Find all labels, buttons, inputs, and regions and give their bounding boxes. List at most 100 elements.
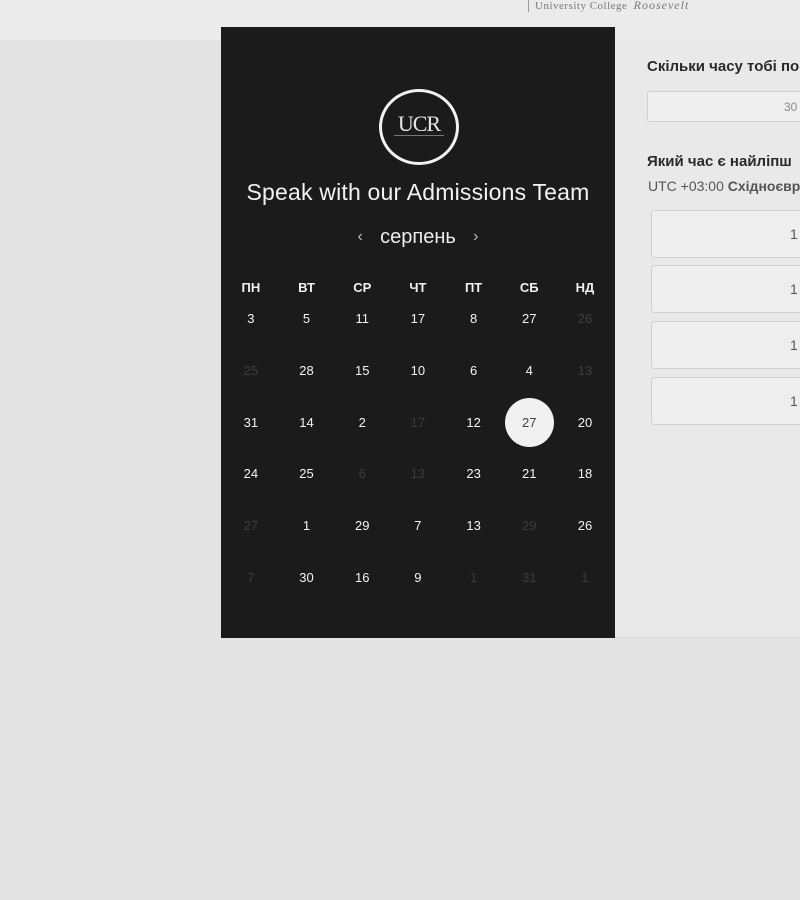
calendar-day-label: 23 (466, 466, 481, 482)
calendar-day[interactable]: 4 (501, 345, 557, 397)
calendar-day-label: 7 (247, 569, 255, 585)
calendar-day[interactable]: 18 (557, 448, 613, 500)
calendar-day: 1 (446, 551, 502, 603)
calendar-day-label: 13 (577, 363, 593, 379)
timezone-offset: UTC +03:00 (648, 178, 728, 194)
calendar-day[interactable]: 8 (446, 293, 502, 345)
calendar-day-label: 28 (299, 363, 314, 379)
calendar-day-label: 27 (504, 397, 554, 447)
calendar-day-label: 26 (577, 311, 593, 327)
calendar-day[interactable]: 31 (223, 396, 279, 448)
time-question: Який час є найліпш (647, 153, 792, 170)
time-slot-button[interactable]: 1 (651, 321, 800, 369)
calendar-day[interactable]: 28 (279, 345, 335, 397)
calendar-day-label: 1 (302, 518, 311, 534)
prev-month-icon[interactable]: ‹ (352, 228, 368, 246)
calendar-day[interactable]: 1 (279, 500, 335, 552)
calendar-day-label: 11 (355, 311, 369, 327)
calendar-day-label: 6 (469, 363, 478, 379)
calendar-day-label: 4 (525, 363, 533, 379)
calendar-day-label: 21 (522, 466, 537, 482)
calendar-day: 13 (557, 345, 613, 397)
calendar-day-label: 3 (247, 311, 255, 327)
time-slot-button[interactable]: 1 (651, 377, 800, 425)
calendar-day-label: 2 (358, 414, 366, 430)
scheduler-form: Скільки часу тобі по 30 Який час є найлі… (647, 0, 800, 640)
calendar-day[interactable]: 17 (390, 293, 446, 345)
calendar-day[interactable]: 23 (446, 448, 502, 500)
calendar-day[interactable]: 29 (334, 500, 390, 552)
calendar-day-label: 18 (577, 466, 593, 482)
calendar-day-label: 27 (243, 518, 259, 534)
calendar-day[interactable]: 27 (501, 293, 557, 345)
calendar-day[interactable]: 20 (557, 396, 613, 448)
calendar-day-label: 27 (522, 311, 537, 327)
calendar-day-label: 26 (577, 518, 593, 534)
timezone-name: Східноєвр (727, 178, 800, 194)
duration-select[interactable]: 30 (647, 91, 800, 122)
time-slot-label: 1 (790, 337, 798, 353)
time-slot-label: 1 (790, 393, 798, 409)
calendar-day-label: 12 (466, 414, 481, 430)
calendar-day[interactable]: 24 (223, 448, 279, 500)
calendar-day[interactable]: 16 (334, 551, 390, 603)
logo-text: UCR (397, 111, 441, 136)
calendar-day[interactable]: 2 (334, 396, 390, 448)
calendar-day-label: 14 (299, 414, 314, 430)
next-month-icon[interactable]: › (468, 228, 484, 246)
calendar-day-label: 15 (354, 363, 370, 379)
calendar-day: 25 (223, 345, 279, 397)
time-slot-button[interactable]: 1 (651, 265, 800, 313)
calendar-day[interactable]: 11 (334, 293, 390, 345)
calendar-day[interactable]: 6 (446, 345, 502, 397)
time-slot-label: 1 (790, 226, 798, 242)
calendar-day[interactable]: 25 (279, 448, 335, 500)
calendar-day-label: 5 (302, 311, 311, 327)
calendar-day-label: 7 (414, 518, 422, 534)
calendar-day[interactable]: 5 (279, 293, 335, 345)
calendar-day-label: 17 (410, 311, 426, 327)
calendar-day[interactable]: 26 (557, 500, 613, 552)
calendar-day: 26 (557, 293, 613, 345)
calendar-day-label: 10 (410, 363, 426, 379)
calendar-day-label: 16 (354, 569, 370, 585)
calendar-day[interactable]: 14 (279, 396, 335, 448)
calendar-day-selected[interactable]: 27 (501, 396, 557, 448)
calendar-grid: 3 5 11 17 8 27 26 25 28 15 10 6 4 13 31 14 2 17 12 27 20 24 25… (223, 293, 613, 603)
calendar-day[interactable]: 10 (390, 345, 446, 397)
calendar-day[interactable]: 12 (446, 396, 502, 448)
panel-title: Speak with our Admissions Team (246, 179, 590, 205)
duration-question: Скільки часу тобі по (647, 58, 800, 75)
calendar-day[interactable]: 9 (390, 551, 446, 603)
calendar-panel: UCR Speak with our Admissions Team ‹ сер… (221, 27, 615, 638)
calendar-day[interactable]: 21 (501, 448, 557, 500)
calendar-day-label: 9 (414, 569, 422, 585)
calendar-day[interactable]: 30 (279, 551, 335, 603)
calendar-day[interactable]: 15 (334, 345, 390, 397)
calendar-day-label: 1 (469, 569, 478, 585)
calendar-day[interactable]: 13 (446, 500, 502, 552)
calendar-day-label: 29 (354, 518, 370, 534)
calendar-day[interactable]: 3 (223, 293, 279, 345)
brand-university-college: University College (535, 0, 628, 12)
duration-value: 30 (784, 100, 798, 114)
calendar-day-label: 31 (243, 414, 259, 430)
calendar-day-label: 25 (299, 466, 314, 482)
calendar-day-label: 20 (577, 414, 593, 430)
calendar-day-label: 13 (410, 466, 426, 482)
calendar-day[interactable]: 7 (390, 500, 446, 552)
calendar-day: 29 (501, 500, 557, 552)
calendar-day-label: 25 (243, 363, 259, 379)
calendar-day-label: 31 (522, 569, 537, 585)
calendar-day-label: 17 (410, 414, 426, 430)
calendar-day-label: 6 (358, 466, 366, 482)
calendar-day-label: 30 (299, 569, 314, 585)
calendar-day-label: 24 (243, 466, 259, 482)
calendar-day: 17 (390, 396, 446, 448)
time-slot-label: 1 (790, 281, 798, 297)
time-slot-button[interactable]: 1 (651, 210, 800, 258)
calendar-day-label: 13 (466, 518, 481, 534)
calendar-day: 31 (501, 551, 557, 603)
calendar-day: 1 (557, 551, 613, 603)
timezone-label[interactable]: UTC +03:00 Східноєвр (648, 178, 800, 194)
